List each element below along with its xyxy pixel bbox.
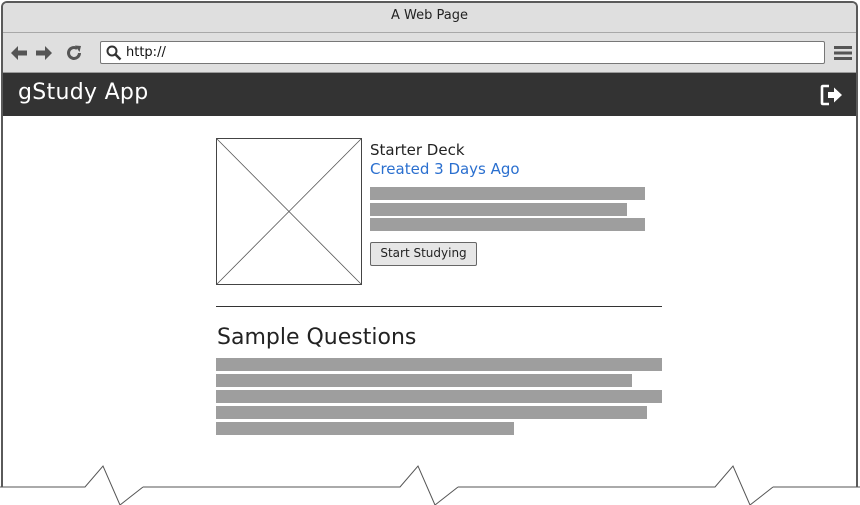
back-button[interactable] [9,43,29,63]
deck-description-line [370,218,645,231]
sample-question-line [216,390,662,403]
arrow-left-icon [11,46,27,60]
address-bar[interactable]: http:// [100,41,825,64]
logout-icon [820,84,842,106]
image-placeholder-icon [216,138,362,285]
start-studying-button[interactable]: Start Studying [370,242,477,266]
hamburger-menu-icon [834,46,852,60]
browser-toolbar: http:// [3,33,856,73]
address-text: http:// [126,45,166,60]
browser-window: A Web Page http:// gStudy App Starter De… [1,1,858,505]
section-divider [216,306,662,307]
app-header: gStudy App [3,73,856,116]
forward-button[interactable] [34,43,54,63]
sample-question-line [216,422,514,435]
sample-questions-title: Sample Questions [217,325,417,350]
window-title: A Web Page [391,8,468,23]
app-title: gStudy App [18,80,149,105]
sample-question-line [216,358,662,371]
reload-button[interactable] [64,43,84,63]
deck-description-line [370,203,627,216]
deck-title: Starter Deck [370,141,465,159]
reload-icon [67,45,81,60]
deck-created-link[interactable]: Created 3 Days Ago [370,160,520,178]
browser-menu-button[interactable] [833,44,853,62]
logout-button[interactable] [820,84,846,106]
search-icon [106,45,122,61]
sample-question-line [216,374,632,387]
deck-description-line [370,187,645,200]
window-titlebar: A Web Page [3,3,856,33]
sample-question-line [216,406,647,419]
main-content: Starter Deck Created 3 Days Ago Start St… [3,116,856,505]
arrow-right-icon [36,46,52,60]
